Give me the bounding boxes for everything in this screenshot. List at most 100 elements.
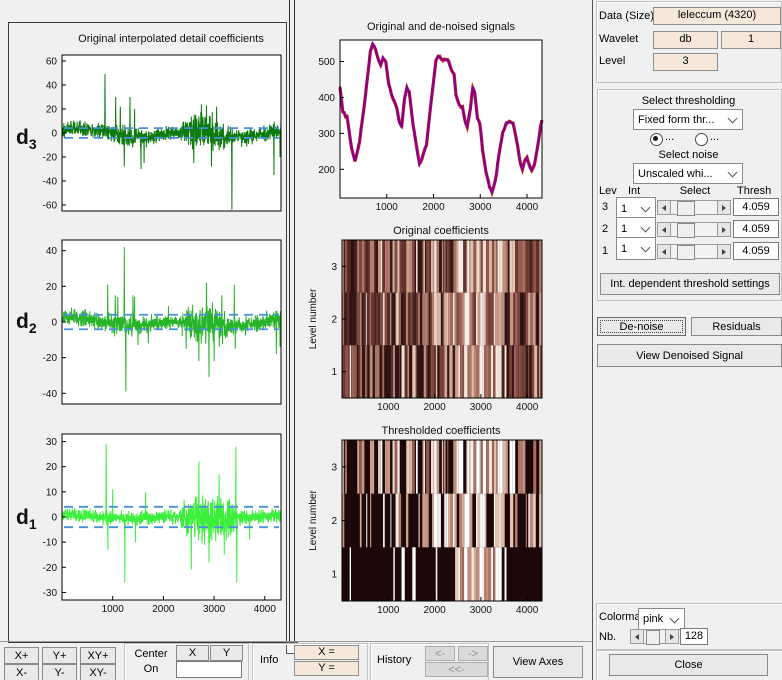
svg-text:0: 0 [51,513,57,524]
svg-text:30: 30 [46,437,58,448]
svg-text:1000: 1000 [376,202,399,213]
zoom-xy-plus-button[interactable]: XY+ [80,647,116,664]
int-1-dropdown[interactable]: 1 [616,237,656,260]
noise-dropdown[interactable]: Unscaled whi... [633,163,743,184]
lev-1-label: 1 [602,245,609,257]
zoom-x-plus-button[interactable]: X+ [4,647,39,664]
d2-axis-label: d2 [16,310,37,337]
chevron-down-icon [640,202,651,213]
center-x-button[interactable]: X [176,645,209,661]
col-header-int: Int [628,185,641,197]
svg-text:3000: 3000 [470,605,493,616]
wavelet-label: Wavelet [599,33,639,45]
threshold-radio-1-label: ... [665,131,675,143]
threshold-radio-1[interactable] [650,133,663,146]
info-label: Info [260,654,279,666]
center-on-input[interactable] [176,661,242,678]
svg-text:0: 0 [51,129,57,140]
thresh-coeffs-title: Thresholded coefficients [381,425,501,437]
slider-right-arrow-icon[interactable] [717,201,730,214]
svg-text:20: 20 [46,282,58,293]
slider-thumb[interactable] [646,630,660,645]
threshold-value-3[interactable]: 4.059 [733,198,779,216]
svg-text:400: 400 [318,93,335,104]
zoom-y-plus-button[interactable]: Y+ [42,647,77,664]
colormap-value: pink [643,613,664,625]
zoom-x-minus-button[interactable]: X- [4,664,39,680]
threshold-slider-1[interactable] [657,244,731,260]
svg-text:3000: 3000 [469,202,492,213]
chevron-down-icon [727,113,738,124]
wavelet-family-value: db [653,31,718,49]
colormap-label: Colorma [599,611,641,623]
svg-text:1000: 1000 [102,604,125,615]
lev-3-label: 3 [602,201,609,213]
wavelet-denoise-window: { "right_panel": { "data_label": "Data (… [0,0,782,680]
thresholding-method-dropdown[interactable]: Fixed form thr... [633,109,743,130]
slider-thumb[interactable] [677,223,695,238]
svg-text:1: 1 [331,367,337,378]
svg-text:Level number: Level number [308,490,319,551]
int-1-value: 1 [621,242,628,255]
colormap-dropdown[interactable]: pink [638,608,685,630]
int-dependent-threshold-button[interactable]: Int. dependent threshold settings [600,273,780,295]
col-header-select: Select [679,185,711,197]
lev-2-label: 2 [602,223,609,235]
view-axes-button[interactable]: View Axes [493,646,583,678]
nb-label: Nb. [599,631,617,643]
residuals-button[interactable]: Residuals [691,317,782,336]
center-y-button[interactable]: Y [210,645,243,661]
zoom-xy-minus-button[interactable]: XY- [80,664,116,680]
nb-colors-slider[interactable] [630,629,679,645]
svg-text:200: 200 [318,165,335,176]
history-label: History [377,654,412,666]
svg-text:-40: -40 [43,389,58,400]
info-x-field: X = [294,645,359,660]
svg-text:-20: -20 [43,563,58,574]
threshold-value-1[interactable]: 4.059 [733,242,779,260]
svg-text:1: 1 [331,570,337,581]
denoise-button[interactable]: De-noise [597,317,686,336]
history-rewind-button[interactable]: <<- [425,662,488,677]
slider-right-arrow-icon[interactable] [717,245,730,258]
svg-text:40: 40 [46,81,58,92]
slider-right-arrow-icon[interactable] [717,223,730,236]
slider-thumb[interactable] [677,201,695,216]
data-size-value: leleccum (4320) [653,7,781,25]
svg-text:20: 20 [46,105,58,116]
history-back-button[interactable]: <- [425,646,455,661]
signal-plot-title: Original and de-noised signals [367,21,515,33]
select-noise-label: Select noise [658,149,719,161]
nb-colors-value[interactable]: 128 [680,628,708,645]
svg-text:2000: 2000 [423,402,446,413]
detail-coefficients-plots: 60 40 20 0 -20 -40 -60 40 20 0 -20 -40 30 20 10 0 -10 -20… [43,54,282,615]
slider-left-arrow-icon[interactable] [631,630,644,643]
d3-axis-label: d3 [16,126,37,153]
threshold-slider-3[interactable] [657,200,731,216]
slider-left-arrow-icon[interactable] [658,223,671,236]
zoom-y-minus-button[interactable]: Y- [42,664,77,680]
noise-value: Unscaled whi... [638,167,713,180]
threshold-slider-2[interactable] [657,222,731,238]
history-forward-button[interactable]: -> [458,646,488,661]
wavelet-number-value: 1 [721,31,781,49]
svg-text:-10: -10 [43,538,58,549]
threshold-value-2[interactable]: 4.059 [733,220,779,238]
info-y-field: Y = [294,661,359,676]
slider-right-arrow-icon[interactable] [665,630,678,643]
panel-separator-line-2 [294,0,295,642]
svg-text:2: 2 [331,315,337,326]
close-button[interactable]: Close [609,654,768,676]
slider-thumb[interactable] [677,245,695,260]
svg-text:4000: 4000 [516,605,539,616]
view-denoised-signal-button[interactable]: View Denoised Signal [597,344,782,367]
slider-left-arrow-icon[interactable] [658,201,671,214]
threshold-radio-2-label: ... [710,131,720,143]
level-value: 3 [653,53,718,71]
svg-text:2000: 2000 [422,202,445,213]
chevron-down-icon [727,167,738,178]
slider-left-arrow-icon[interactable] [658,245,671,258]
svg-text:2: 2 [331,516,337,527]
threshold-radio-2[interactable] [695,133,708,146]
svg-text:10: 10 [46,487,58,498]
